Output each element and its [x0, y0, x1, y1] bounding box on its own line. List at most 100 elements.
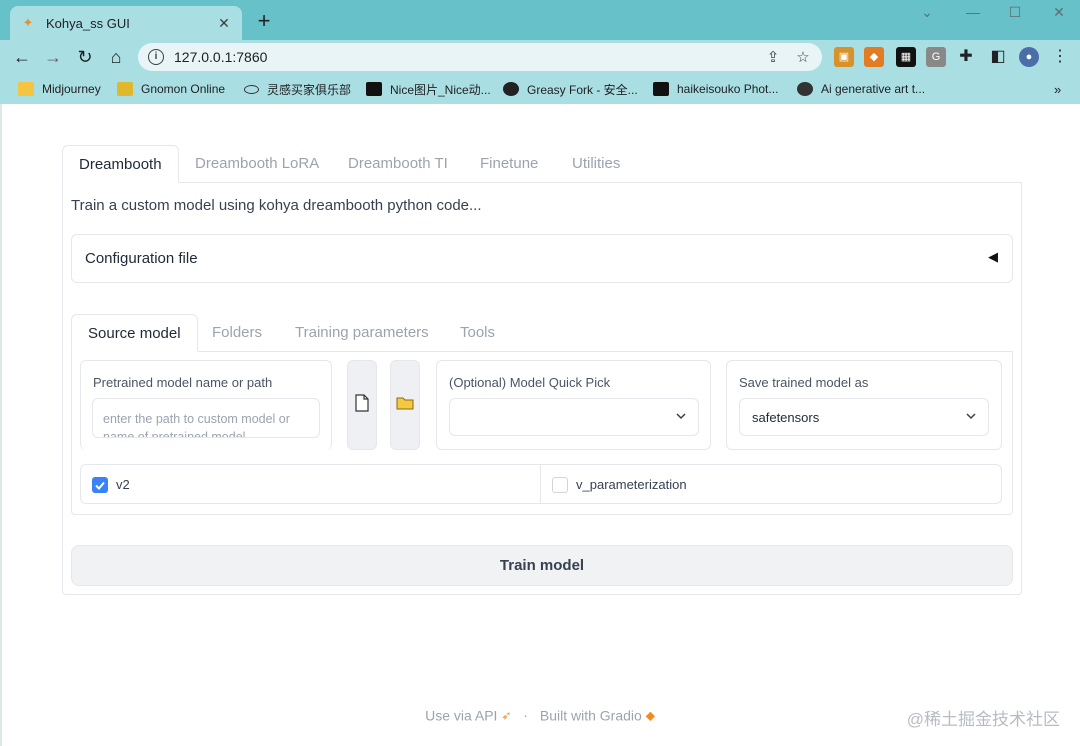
chevron-down-icon	[966, 413, 976, 420]
globe-icon	[797, 82, 813, 96]
browser-chrome: ✦ Kohya_ss GUI ✕ + ⌄ — ☐ ✕ ← → ↻ ⌂ i 127…	[0, 0, 1080, 104]
tab-dreambooth-lora[interactable]: Dreambooth LoRA	[195, 145, 319, 183]
reload-icon[interactable]: ↻	[72, 44, 98, 70]
site-info-icon[interactable]: i	[148, 49, 164, 65]
bookmark-label: Ai generative art t...	[821, 82, 926, 96]
bookmark-item[interactable]: Midjourney	[18, 80, 101, 98]
source-model-panel: Pretrained model name or path enter the …	[71, 351, 1013, 515]
v2-checkbox-row[interactable]: v2	[80, 464, 541, 504]
main-tabs: Dreambooth Dreambooth LoRA Dreambooth TI…	[62, 145, 1022, 183]
v2-checkbox[interactable]	[92, 477, 108, 493]
accordion-label: Configuration file	[85, 250, 198, 267]
new-tab-icon[interactable]: +	[252, 9, 276, 33]
gradio-app: Dreambooth Dreambooth LoRA Dreambooth TI…	[0, 104, 1080, 746]
back-icon[interactable]: ←	[9, 44, 35, 70]
folder-open-button[interactable]	[390, 360, 420, 450]
tab-folders[interactable]: Folders	[212, 314, 262, 352]
document-icon	[355, 393, 369, 417]
gnomon-icon	[117, 82, 133, 96]
panel-description: Train a custom model using kohya dreambo…	[71, 197, 482, 214]
save-model-as-select[interactable]: safetensors	[739, 398, 989, 436]
bookmark-label: Greasy Fork - 安全...	[527, 82, 638, 97]
extensions-puzzle-icon[interactable]: ✚	[956, 47, 976, 67]
tab-utilities[interactable]: Utilities	[572, 145, 620, 183]
kohya-favicon-icon: ✦	[22, 15, 34, 30]
model-quick-pick-select[interactable]	[449, 398, 699, 436]
v-parameterization-checkbox-row[interactable]: v_parameterization	[540, 464, 1002, 504]
profile-avatar[interactable]: ●	[1019, 47, 1039, 67]
bookmarks-bar: Midjourney Gnomon Online 灵感买家俱乐部 Nice图片_…	[0, 74, 1080, 104]
address-bar[interactable]: i 127.0.0.1:7860 ⇪ ☆	[138, 43, 822, 71]
bookmark-item[interactable]: haikeisouko Phot...	[653, 80, 778, 98]
menu-kebab-icon[interactable]: ⋮	[1050, 47, 1070, 67]
footer-separator: ·	[523, 707, 528, 724]
tab-source-model[interactable]: Source model	[71, 314, 198, 352]
tab-title: Kohya_ss GUI	[46, 15, 130, 31]
tab-training-parameters[interactable]: Training parameters	[295, 314, 429, 352]
use-via-api-link[interactable]: Use via API	[425, 707, 497, 723]
pretrained-model-label: Pretrained model name or path	[93, 375, 273, 390]
file-open-button[interactable]	[347, 360, 377, 450]
pretrained-model-block: Pretrained model name or path enter the …	[80, 360, 332, 450]
bookmark-item[interactable]: Ai generative art t...	[797, 80, 925, 98]
tab-dreambooth[interactable]: Dreambooth	[62, 145, 179, 183]
browser-toolbar: ← → ↻ ⌂ i 127.0.0.1:7860 ⇪ ☆ ▣ ◆ ▦ G ✚ ◧…	[0, 40, 1080, 74]
tab-finetune[interactable]: Finetune	[480, 145, 538, 183]
minimize-icon[interactable]: —	[958, 4, 988, 20]
v-parameterization-label: v_parameterization	[576, 477, 687, 492]
tab-tools[interactable]: Tools	[460, 314, 495, 352]
configuration-file-accordion[interactable]: Configuration file ◀	[71, 234, 1013, 283]
bookmark-item[interactable]: Nice图片_Nice动...	[366, 80, 491, 98]
browser-tab[interactable]: ✦ Kohya_ss GUI ✕	[10, 6, 242, 40]
tab-strip: ✦ Kohya_ss GUI ✕ + ⌄ — ☐ ✕	[0, 0, 1080, 40]
folder-icon	[18, 82, 34, 96]
extension-g-icon[interactable]: G	[926, 47, 946, 67]
metamask-fox-icon[interactable]: ◆	[864, 47, 884, 67]
extension-dark-icon[interactable]: ▦	[896, 47, 916, 67]
url-text: 127.0.0.1:7860	[174, 49, 268, 65]
bookmark-label: Midjourney	[42, 82, 101, 96]
maximize-icon[interactable]: ☐	[1000, 4, 1030, 21]
select-value: safetensors	[752, 410, 820, 425]
bookmark-item[interactable]: 灵感买家俱乐部	[244, 80, 351, 98]
v2-label: v2	[116, 477, 130, 492]
dreambooth-panel: Train a custom model using kohya dreambo…	[62, 182, 1022, 595]
gradio-logo-icon: ◆	[645, 708, 655, 723]
tab-search-icon[interactable]: ⌄	[912, 4, 942, 21]
bookmark-item[interactable]: Gnomon Online	[117, 80, 225, 98]
tab-dreambooth-ti[interactable]: Dreambooth TI	[348, 145, 448, 183]
save-model-as-block: Save trained model as safetensors	[726, 360, 1002, 450]
close-tab-icon[interactable]: ✕	[216, 15, 232, 32]
folder-icon	[396, 395, 414, 415]
rocket-icon: ➶	[501, 708, 512, 723]
window-close-icon[interactable]: ✕	[1044, 4, 1074, 21]
st-logo-icon	[653, 82, 669, 96]
bookmark-label: Nice图片_Nice动...	[390, 82, 491, 97]
forward-icon[interactable]: →	[40, 44, 66, 70]
pretrained-model-input[interactable]: enter the path to custom model or name o…	[92, 398, 320, 438]
side-panel-icon[interactable]: ◧	[988, 47, 1008, 67]
extension-image-icon[interactable]: ▣	[834, 47, 854, 67]
share-icon[interactable]: ⇪	[762, 48, 784, 66]
bookmark-item[interactable]: Greasy Fork - 安全...	[503, 80, 638, 98]
built-with-gradio-link[interactable]: Built with Gradio	[540, 707, 642, 723]
train-model-button[interactable]: Train model	[71, 545, 1013, 586]
model-quick-pick-block: (Optional) Model Quick Pick	[436, 360, 711, 450]
watermark: @稀土掘金技术社区	[906, 710, 1060, 729]
s-logo-icon	[366, 82, 382, 96]
chevron-down-icon	[676, 413, 686, 420]
home-icon[interactable]: ⌂	[103, 44, 129, 70]
more-bookmarks-icon[interactable]: »	[1054, 80, 1061, 98]
bookmark-label: Gnomon Online	[141, 82, 226, 96]
fish-icon	[244, 84, 259, 94]
bookmark-label: 灵感买家俱乐部	[267, 82, 352, 97]
model-quick-pick-label: (Optional) Model Quick Pick	[449, 375, 611, 390]
window-edge	[0, 104, 2, 746]
sub-tabs: Source model Folders Training parameters…	[71, 314, 1013, 352]
accordion-arrow-icon[interactable]: ◀	[988, 249, 998, 265]
bookmark-star-icon[interactable]: ☆	[792, 48, 814, 66]
bookmark-label: haikeisouko Phot...	[677, 82, 779, 96]
save-model-as-label: Save trained model as	[739, 375, 869, 390]
v-parameterization-checkbox[interactable]	[552, 477, 568, 493]
greasyfork-icon	[503, 82, 519, 96]
